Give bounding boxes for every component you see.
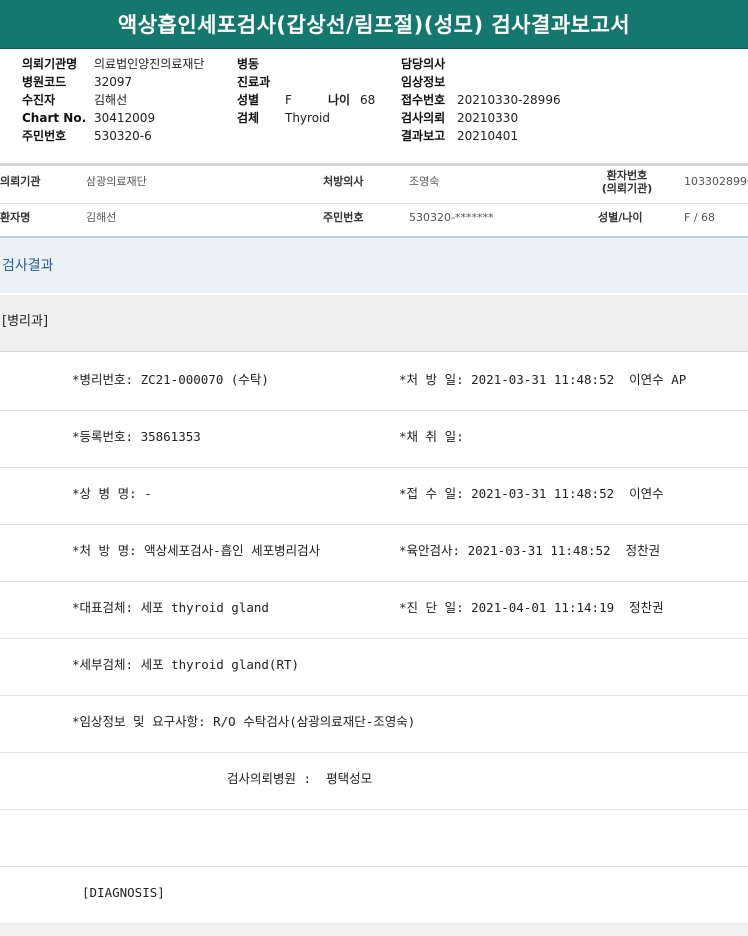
result-row: *세부검체: 세포 thyroid gland(RT) (0, 638, 748, 696)
result-right: *접 수 일: 2021-03-31 11:48:52 이연수 (399, 486, 664, 501)
result-left: *대표검체: 세포 thyroid gland (72, 600, 269, 615)
result-row: *임상정보 및 요구사항: R/O 수탁검사(삼광의료재단-조영숙) (0, 695, 748, 753)
field-label: 병원코드 (22, 75, 67, 89)
field-value: 의료법인양진의료재단 (94, 57, 205, 71)
header-field: 주민번호 530320-6 (22, 127, 204, 145)
patient-value: 김해선 (86, 211, 117, 224)
bottom-strip (0, 924, 748, 936)
patient-no-value: 1033028996 (684, 175, 748, 188)
result-right: *진 단 일: 2021-04-01 11:14:19 정찬권 (399, 600, 664, 615)
field-label: 주민번호 (22, 129, 67, 143)
patient-no-label-line1: 환자번호 (606, 169, 648, 182)
department-label: [병리과] (0, 295, 748, 352)
result-left: *임상정보 및 요구사항: R/O 수탁검사(삼광의료재단-조영숙) (72, 714, 416, 729)
result-left: *병리번호: ZC21-000070 (수탁) (72, 372, 269, 387)
field-value: 20210330 (457, 111, 519, 125)
header-field: 임상정보 (401, 73, 561, 91)
field-label: 담당의사 (401, 57, 446, 71)
field-value: 20210330-28996 (457, 93, 561, 107)
field-label: 의뢰기관명 (22, 57, 78, 71)
field-label: 수진자 (22, 93, 56, 107)
header-field: 접수번호 20210330-28996 (401, 91, 561, 109)
field-value: 20210401 (457, 129, 519, 143)
result-row: *대표검체: 세포 thyroid gland *진 단 일: 2021-04-… (0, 581, 748, 639)
info-row: 의뢰기관 삼광의료재단 처방의사 조영숙 환자번호 (의뢰기관) 10330289… (0, 168, 748, 204)
result-row: *상 병 명: - *접 수 일: 2021-03-31 11:48:52 이연… (0, 467, 748, 525)
header-field: 병동 (237, 55, 330, 73)
header-column-2: 병동 진료과 성별 F 검체 Thyroid (237, 55, 330, 127)
header-column-3: 담당의사 임상정보 접수번호 20210330-28996 검사의뢰 2021033… (401, 55, 561, 145)
field-label: 결과보고 (401, 129, 446, 143)
field-value: 530320-6 (94, 129, 152, 143)
sex-age-value: F / 68 (684, 211, 716, 224)
result-left: *상 병 명: - (72, 486, 152, 501)
diagnosis-heading: [DIAGNOSIS] (82, 885, 165, 900)
field-label: 검체 (237, 111, 260, 125)
field-label: 병동 (237, 57, 260, 71)
patient-label: 환자명 (0, 211, 31, 224)
field-value: 68 (360, 93, 376, 107)
doctor-value: 조영숙 (409, 175, 440, 188)
field-label: 진료과 (237, 75, 271, 89)
header-field: 검사의뢰 20210330 (401, 109, 561, 127)
field-label: 검사의뢰 (401, 111, 446, 125)
info-row: 환자명 김해선 주민번호 530320-******* 성별/나이 F / 68 (0, 204, 748, 240)
result-row: 검사의뢰병원 : 평택성모 (0, 752, 748, 810)
result-row: *처 방 명: 액상세포검사-흡인 세포병리검사 *육안검사: 2021-03-… (0, 524, 748, 582)
age-field: 나이 68 (328, 91, 375, 109)
field-value: F (285, 93, 292, 107)
result-row: *등록번호: 35861353 *채 취 일: (0, 410, 748, 468)
result-left: *처 방 명: 액상세포검사-흡인 세포병리검사 (72, 543, 321, 558)
header-column-1: 의뢰기관명 의료법인양진의료재단 병원코드 32097 수진자 김해선 Chart N… (22, 55, 204, 145)
result-right: *채 취 일: (399, 429, 464, 444)
section-title: 검사결과 (0, 236, 748, 293)
result-row: *병리번호: ZC21-000070 (수탁) *처 방 일: 2021-03-… (0, 353, 748, 411)
header-field: 진료과 (237, 73, 330, 91)
doctor-label: 처방의사 (323, 175, 364, 188)
patient-no-label: 환자번호 (의뢰기관) (598, 169, 656, 195)
header-field: 수진자 김해선 (22, 91, 204, 109)
result-right: *처 방 일: 2021-03-31 11:48:52 이연수 AP (399, 372, 687, 387)
result-row (0, 809, 748, 867)
header-field: 성별 F (237, 91, 330, 109)
header-field: 결과보고 20210401 (401, 127, 561, 145)
result-row: [DIAGNOSIS] (0, 866, 748, 924)
header-field: 병원코드 32097 (22, 73, 204, 91)
result-left: *등록번호: 35861353 (72, 429, 201, 444)
field-label: Chart No. (22, 111, 87, 125)
header-divider (0, 163, 748, 166)
field-label: 나이 (328, 93, 351, 107)
institution-value: 삼광의료재단 (86, 175, 147, 188)
hospital-line: 검사의뢰병원 : 평택성모 (227, 771, 373, 786)
result-right: *육안검사: 2021-03-31 11:48:52 정찬권 (399, 543, 661, 558)
field-value: Thyroid (285, 111, 330, 125)
sex-age-label: 성별/나이 (598, 211, 643, 224)
field-label: 성별 (237, 93, 260, 107)
patient-info-table: 의뢰기관 삼광의료재단 처방의사 조영숙 환자번호 (의뢰기관) 10330289… (0, 168, 748, 240)
report-title: 액상흡인세포검사(갑상선/림프절)(성모) 검사결과보고서 (0, 0, 748, 49)
header-field: 담당의사 (401, 55, 561, 73)
header-field: 검체 Thyroid (237, 109, 330, 127)
result-left: *세부검체: 세포 thyroid gland(RT) (72, 657, 300, 672)
ssn-value: 530320-******* (409, 211, 494, 224)
field-label: 임상정보 (401, 75, 446, 89)
field-value: 32097 (94, 75, 133, 89)
ssn-label: 주민번호 (323, 211, 364, 224)
header-field: Chart No. 30412009 (22, 109, 204, 127)
patient-no-label-line2: (의뢰기관) (601, 182, 653, 195)
field-label: 접수번호 (401, 93, 446, 107)
institution-label: 의뢰기관 (0, 175, 41, 188)
field-value: 김해선 (94, 93, 128, 107)
header-field: 의뢰기관명 의료법인양진의료재단 (22, 55, 204, 73)
field-value: 30412009 (94, 111, 156, 125)
